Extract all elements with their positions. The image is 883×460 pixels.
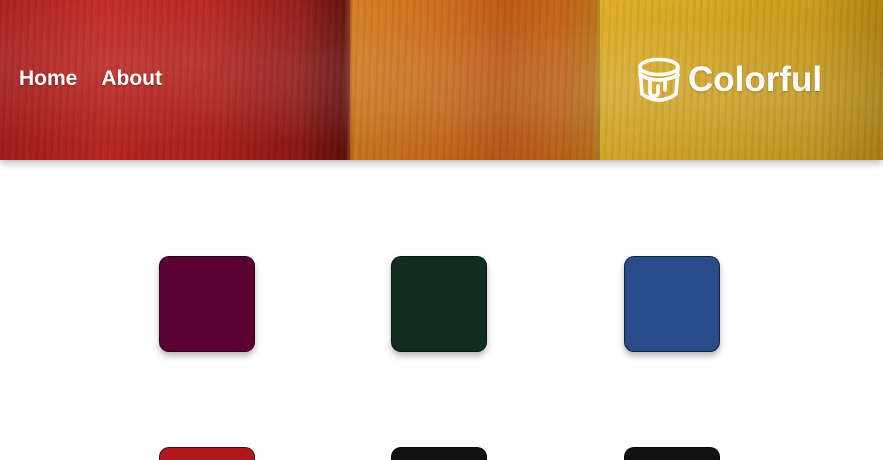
paint-bucket-icon [638,57,680,102]
main-nav: Home About [19,66,162,92]
nav-home-link[interactable]: Home [19,66,77,92]
color-swatch[interactable] [624,256,720,352]
banner-fold-shadow [560,0,600,160]
brand-logo[interactable]: Colorful [636,56,822,104]
header-banner: Home About Colorful [0,0,883,160]
nav-about-link[interactable]: About [101,66,162,92]
brand-name: Colorful [688,60,823,99]
color-swatch[interactable] [159,256,255,352]
color-swatch[interactable] [391,256,487,352]
banner-fold-shadow [300,0,350,160]
